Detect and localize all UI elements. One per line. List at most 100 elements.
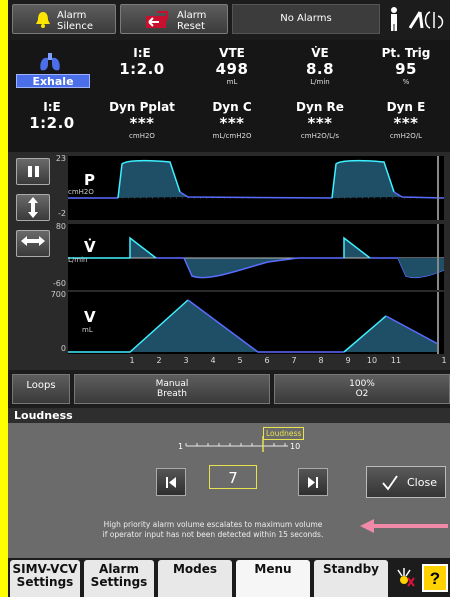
x-tick: 10 [366, 356, 378, 365]
manual-breath-button[interactable]: Manual Breath [74, 374, 270, 404]
loops-button[interactable]: Loops [12, 374, 70, 404]
flow-waveform [68, 224, 444, 290]
pressure-label: P [84, 171, 95, 189]
metric-value: 8.8 [305, 60, 335, 78]
metric-dyn-pplat: Dyn Pplat *** cmH2O [98, 100, 186, 141]
pressure-ymax: 23 [55, 154, 66, 163]
close-button[interactable]: Close [366, 466, 446, 498]
phase-indicator: Exhale [16, 74, 90, 88]
metric-value: *** [219, 114, 245, 132]
help-button[interactable]: ? [422, 564, 448, 592]
alarm-bar: Alarm Silence Alarm Reset No Alarms [8, 0, 450, 40]
metric-label: I:E [43, 100, 61, 114]
loudness-marker-label: Loudness [263, 427, 305, 440]
metric-value: 498 [215, 60, 249, 78]
pink-arrow-icon [360, 519, 448, 533]
metric-value: 1:2.0 [119, 60, 165, 78]
tab-modes[interactable]: Modes [158, 560, 232, 597]
tab-label-2: Settings [16, 575, 74, 589]
o2-label-2: O2 [355, 389, 369, 399]
close-label: Close [407, 476, 437, 489]
alarm-silence-button[interactable]: Alarm Silence [12, 4, 116, 34]
metric-dyn-e: Dyn E *** cmH2O/L [362, 100, 450, 141]
flow-ymax: 80 [55, 222, 66, 231]
next-icon [308, 477, 318, 488]
tab-label-1: Modes [172, 562, 218, 576]
flow-unit: L/min [68, 256, 88, 264]
manual-breath-label-2: Breath [157, 389, 187, 399]
action-button-row: Loops Manual Breath 100% O2 [8, 370, 450, 408]
pressure-plot [68, 156, 444, 220]
help-icon: ? [430, 569, 440, 588]
metric-value: 95 [395, 60, 417, 78]
x-tick: 3 [183, 356, 189, 365]
metric-label: Dyn C [212, 100, 252, 114]
volume-unit: mL [82, 326, 93, 334]
alarm-silence-label-2: Silence [57, 21, 94, 32]
metric-unit: mL/cmH2O [212, 132, 252, 140]
x-tick: 7 [291, 356, 297, 365]
scale-horizontal-button[interactable] [16, 230, 50, 257]
alarm-paused-icon [397, 568, 415, 587]
decrease-button[interactable] [156, 468, 186, 496]
volume-plot [68, 292, 444, 354]
loudness-value: 7 [209, 465, 257, 489]
pressure-ymin: -2 [58, 209, 66, 218]
x-tick: 8 [318, 356, 324, 365]
metric-vte: VTE 498 mL [188, 46, 276, 87]
metric-label: Dyn Re [296, 100, 344, 114]
note-line-1: High priority alarm volume escalates to … [103, 520, 323, 529]
alarm-reset-button[interactable]: Alarm Reset [120, 4, 228, 34]
metric-value: *** [307, 114, 333, 132]
bottom-tab-bar: SIMV-VCV Settings Alarm Settings Modes M… [8, 558, 450, 597]
x-tick: 4 [210, 356, 216, 365]
metric-unit: cmH2O [129, 132, 155, 140]
alarm-reset-label-1: Alarm [177, 10, 207, 21]
tab-standby[interactable]: Standby [314, 560, 388, 597]
x-tick: 1 [441, 356, 447, 365]
metric-value: 1:2.0 [29, 114, 75, 132]
alarm-reset-label-2: Reset [177, 21, 205, 32]
x-tick: 1 [129, 356, 135, 365]
alarm-silence-label-1: Alarm [57, 10, 87, 21]
metric-value: *** [129, 114, 155, 132]
metric-ve: V̇E 8.8 L/min [276, 46, 364, 87]
tab-simv-vcv-settings[interactable]: SIMV-VCV Settings [10, 560, 80, 597]
metric-unit: L/min [310, 78, 330, 86]
manual-breath-label-1: Manual [155, 379, 189, 389]
lungs-icon [40, 53, 60, 71]
metric-ie-bottom: I:E 1:2.0 [8, 100, 96, 132]
flow-plot [68, 224, 444, 290]
volume-ymax: 700 [50, 290, 66, 299]
metric-dyn-c: Dyn C *** mL/cmH2O [188, 100, 276, 141]
x-tick: 2 [156, 356, 162, 365]
x-tick: 6 [264, 356, 270, 365]
prev-icon [166, 477, 176, 488]
metric-label: I:E [133, 46, 151, 60]
person-icon [391, 7, 397, 31]
checkmark-icon [382, 475, 398, 491]
tab-menu[interactable]: Menu [236, 560, 310, 597]
alarm-status-box: No Alarms [232, 4, 380, 34]
flow-ymin: -60 [52, 279, 66, 288]
metric-pt-trig: Pt. Trig 95 % [362, 46, 450, 87]
metric-ie-top: I:E 1:2.0 [98, 46, 186, 78]
pressure-unit: cmH2O [68, 188, 94, 196]
metric-unit: % [402, 78, 410, 86]
metric-unit: mL [226, 78, 238, 86]
svg-text:?: ? [430, 569, 440, 588]
tab-label-2: Settings [90, 575, 148, 589]
metric-unit: cmH2O/L [389, 132, 423, 140]
volume-label: V [84, 308, 96, 326]
volume-ymin: 0 [60, 344, 66, 353]
metric-label: Dyn E [386, 100, 426, 114]
tab-alarm-settings[interactable]: Alarm Settings [84, 560, 154, 597]
o2-boost-button[interactable]: 100% O2 [274, 374, 450, 404]
escalation-note: High priority alarm volume escalates to … [38, 520, 388, 540]
pressure-waveform [68, 156, 444, 220]
alarm-reset-icon [146, 11, 168, 28]
metric-dyn-re: Dyn Re *** cmH2O/L/s [276, 100, 364, 141]
note-line-2: if operator input has not been detected … [102, 530, 324, 539]
x-tick: 9 [345, 356, 351, 365]
increase-button[interactable] [298, 468, 328, 496]
